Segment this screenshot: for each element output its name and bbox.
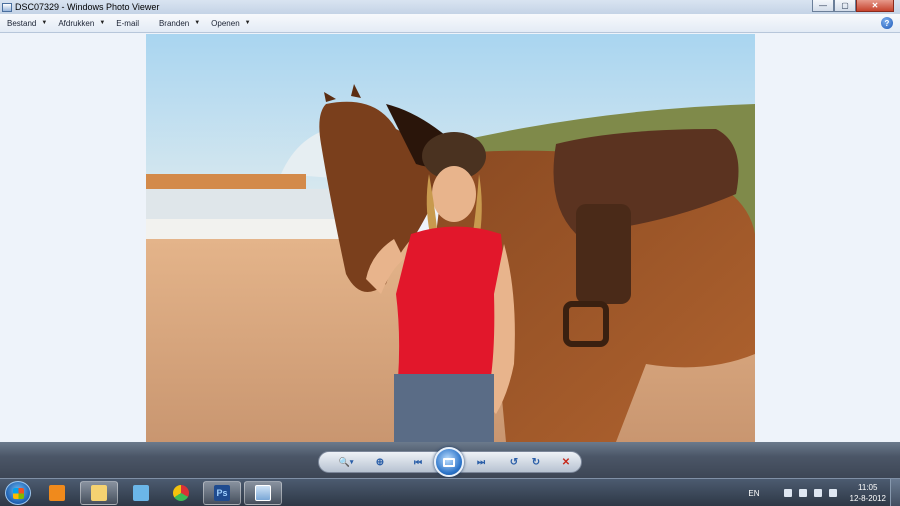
menu-afdrukken[interactable]: Afdrukken ▼: [58, 19, 105, 28]
network-tray-icon[interactable]: [828, 489, 837, 497]
start-button[interactable]: [5, 481, 31, 505]
rotate-right-icon: ↻: [531, 456, 541, 468]
slideshow-icon: [443, 457, 455, 467]
slideshow-button[interactable]: [434, 447, 464, 477]
taskbar-network[interactable]: [122, 481, 160, 505]
taskbar-photo-viewer[interactable]: [244, 481, 282, 505]
menu-email[interactable]: E-mail: [116, 19, 139, 28]
menu-openen[interactable]: Openen ▼: [211, 19, 250, 28]
system-tray: EN 11:05 12-8-2012: [748, 479, 886, 506]
taskbar: Ps EN 11:05 12-8-2012: [0, 478, 900, 506]
rotate-cw-button[interactable]: ↻: [527, 454, 545, 470]
photoshop-icon: Ps: [214, 485, 230, 501]
usb-icon[interactable]: [783, 489, 792, 497]
photo-viewer-icon: [255, 485, 271, 501]
language-indicator[interactable]: EN: [748, 489, 759, 498]
next-icon: ⏭: [476, 456, 486, 467]
close-button[interactable]: ✕: [856, 0, 894, 12]
clock[interactable]: 11:05 12-8-2012: [850, 482, 886, 504]
menu-label: E-mail: [116, 18, 139, 28]
photo-viewer-icon: [2, 2, 12, 12]
displayed-photo: [146, 34, 755, 442]
menu-label: Branden: [158, 18, 190, 28]
photo-image: [146, 34, 755, 442]
dropdown-arrow-icon: ▼: [194, 20, 201, 26]
chrome-icon: [173, 485, 189, 501]
window-title: DSC07329 - Windows Photo Viewer: [15, 2, 160, 12]
zoom-button[interactable]: 🔍 ▾: [334, 454, 358, 470]
dropdown-arrow-icon: ▼: [99, 20, 106, 26]
menu-label: Openen: [211, 18, 240, 28]
show-desktop-button[interactable]: [890, 479, 900, 506]
dropdown-arrow-icon: ▼: [41, 20, 48, 26]
next-button[interactable]: ⏭: [472, 454, 490, 470]
clock-date: 12-8-2012: [849, 494, 886, 503]
window-controls: — ▢ ✕: [812, 0, 894, 12]
clock-time: 11:05: [858, 483, 878, 492]
taskbar-media-player[interactable]: [38, 481, 76, 505]
delete-icon: ✕: [561, 456, 571, 468]
fit-icon: ⊕: [375, 456, 385, 468]
dropdown-arrow-icon: ▾: [349, 459, 354, 466]
minimize-button[interactable]: —: [812, 0, 834, 12]
taskbar-explorer[interactable]: [80, 481, 118, 505]
help-icon[interactable]: ?: [881, 17, 893, 29]
previous-button[interactable]: ⏮: [409, 454, 427, 470]
taskbar-chrome[interactable]: [162, 481, 200, 505]
photo-viewer-area: [0, 34, 900, 442]
folder-icon: [91, 485, 107, 501]
signal-icon[interactable]: [813, 489, 822, 497]
magnifier-icon: 🔍: [338, 456, 350, 467]
menu-branden[interactable]: Branden ▼: [159, 19, 200, 28]
title-bar: DSC07329 - Windows Photo Viewer — ▢ ✕: [0, 0, 900, 14]
actual-size-button[interactable]: ⊕: [371, 454, 389, 470]
volume-icon[interactable]: [798, 489, 807, 497]
network-icon: [133, 485, 149, 501]
previous-icon: ⏮: [413, 456, 423, 467]
taskbar-photoshop[interactable]: Ps: [203, 481, 241, 505]
media-player-icon: [49, 485, 65, 501]
delete-button[interactable]: ✕: [557, 454, 575, 470]
rotate-left-icon: ↺: [509, 456, 519, 468]
maximize-button[interactable]: ▢: [834, 0, 856, 12]
dropdown-arrow-icon: ▼: [244, 20, 251, 26]
menu-bar: Bestand ▼ Afdrukken ▼ E-mail Branden ▼ O…: [0, 14, 900, 33]
rotate-ccw-button[interactable]: ↺: [505, 454, 523, 470]
menu-label: Afdrukken: [58, 18, 95, 28]
menu-bestand[interactable]: Bestand ▼: [7, 19, 47, 28]
menu-label: Bestand: [7, 18, 37, 28]
